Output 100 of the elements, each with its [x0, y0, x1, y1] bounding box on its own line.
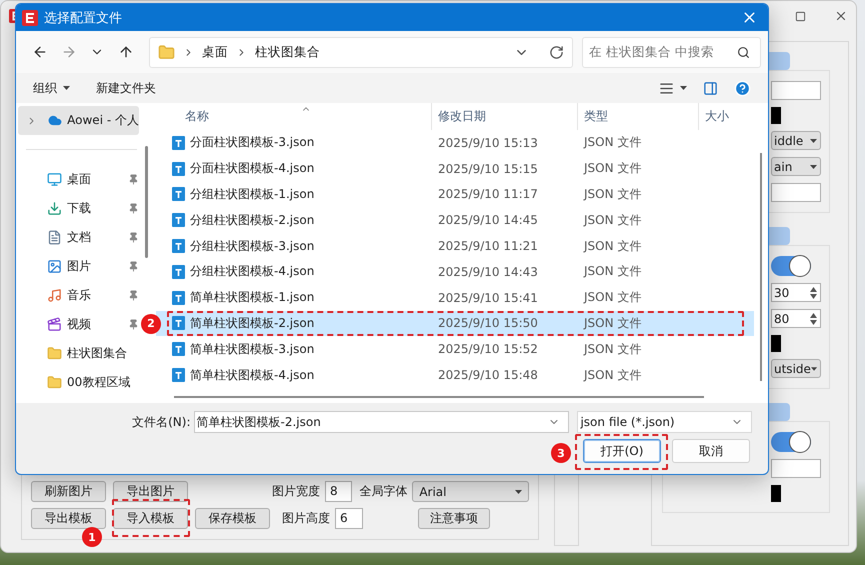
breadcrumb[interactable]: 柱状图集合	[255, 44, 320, 60]
number-spinner[interactable]: 80	[771, 309, 821, 328]
file-type: JSON 文件	[582, 289, 642, 306]
column-header[interactable]: 类型	[578, 103, 699, 130]
font-dropdown[interactable]: Arial	[412, 481, 529, 502]
sidebar-item[interactable]: 视频	[18, 310, 139, 339]
height-field[interactable]: 6	[335, 508, 363, 529]
caret-icon	[810, 366, 817, 370]
width-label: 图片宽度	[272, 483, 320, 500]
file-type: JSON 文件	[582, 314, 642, 332]
app-button[interactable]: 导入模板	[113, 508, 188, 529]
app-button[interactable]: 导出图片	[113, 481, 188, 502]
refresh-icon[interactable]	[548, 44, 564, 60]
monitor-icon	[47, 172, 62, 187]
text-file-icon	[172, 342, 185, 356]
dropdown[interactable]: iddle	[771, 131, 821, 150]
font-label: 全局字体	[359, 483, 408, 500]
file-row[interactable]: 分组柱状图模板-2.json 2025/9/10 14:45 JSON 文件	[156, 207, 754, 234]
folder-icon	[47, 346, 62, 361]
file-row[interactable]: 分面柱状图模板-4.json 2025/9/10 15:15 JSON 文件	[156, 156, 754, 182]
search-field[interactable]: 在 柱状图集合 中搜索	[582, 36, 761, 68]
toggle-switch[interactable]	[771, 256, 811, 276]
caret-icon	[810, 164, 817, 168]
preview-pane-icon[interactable]	[703, 80, 718, 96]
file-row[interactable]: 分组柱状图模板-1.json 2025/9/10 11:17 JSON 文件	[156, 182, 754, 208]
scrollbar[interactable]	[145, 146, 148, 258]
file-name: 简单柱状图模板-1.json	[190, 289, 314, 306]
cancel-button[interactable]: 取消	[672, 439, 750, 463]
sidebar-item[interactable]: 文档	[18, 223, 139, 252]
app-logo-icon	[22, 10, 38, 26]
file-type: JSON 文件	[582, 263, 642, 280]
view-list-icon[interactable]	[659, 80, 674, 96]
color-swatch[interactable]	[771, 107, 781, 124]
folder-icon	[158, 44, 175, 60]
file-row[interactable]: 简单柱状图模板-4.json 2025/9/10 15:48 JSON 文件	[156, 362, 754, 388]
forward-icon[interactable]	[60, 44, 77, 60]
new-folder-button[interactable]: 新建文件夹	[96, 80, 156, 96]
text-file-icon	[172, 368, 185, 382]
color-swatch[interactable]	[771, 485, 781, 502]
notes-button[interactable]: 注意事项	[418, 508, 490, 529]
help-icon[interactable]	[734, 80, 751, 96]
up-icon[interactable]	[118, 44, 134, 60]
text-file-icon	[172, 290, 185, 305]
width-field[interactable]: 8	[325, 481, 352, 502]
file-name: 分组柱状图模板-2.json	[190, 212, 314, 229]
open-button[interactable]: 打开(O)	[583, 439, 661, 463]
file-row[interactable]: 分组柱状图模板-4.json 2025/9/10 14:43 JSON 文件	[156, 258, 754, 285]
dropdown[interactable]: ain	[771, 157, 821, 176]
file-name: 简单柱状图模板-4.json	[190, 366, 314, 384]
picture-icon	[47, 259, 62, 274]
modified-date: 2025/9/10 11:21	[437, 239, 539, 254]
sidebar-item[interactable]: 音乐	[18, 281, 139, 310]
app-button[interactable]: 刷新图片	[31, 481, 106, 502]
text-field[interactable]	[771, 459, 821, 478]
file-type: JSON 文件	[582, 134, 642, 152]
color-swatch[interactable]	[771, 335, 781, 352]
sidebar-item[interactable]: 下载	[18, 194, 139, 223]
sidebar-item[interactable]: 图片	[18, 252, 139, 281]
file-name-field[interactable]: 简单柱状图模板-2.json	[194, 411, 570, 433]
file-name: 分面柱状图模板-3.json	[190, 134, 314, 152]
column-header[interactable]: 大小	[699, 103, 754, 130]
scrollbar[interactable]	[174, 396, 704, 398]
breadcrumb[interactable]: 桌面	[202, 44, 228, 60]
number-spinner[interactable]: 30	[771, 283, 821, 302]
text-field[interactable]	[771, 81, 821, 100]
maximize-icon[interactable]	[795, 10, 806, 22]
sidebar-item[interactable]: Aowei - 个人	[18, 106, 139, 135]
dropdown[interactable]: utside	[771, 359, 821, 378]
modified-date: 2025/9/10 14:45	[437, 213, 539, 228]
file-row[interactable]: 分面柱状图模板-3.json 2025/9/10 15:13 JSON 文件	[156, 130, 754, 156]
folder-icon	[47, 375, 62, 390]
organize-menu[interactable]: 组织	[33, 80, 70, 96]
column-header[interactable]: 修改日期	[432, 103, 578, 130]
toggle-switch[interactable]	[771, 432, 811, 452]
file-name: 分面柱状图模板-4.json	[190, 160, 314, 178]
file-row[interactable]: 简单柱状图模板-1.json 2025/9/10 15:41 JSON 文件	[156, 284, 754, 311]
file-type-dropdown[interactable]: json file (*.json)	[577, 411, 752, 433]
file-row[interactable]: 分组柱状图模板-3.json 2025/9/10 11:21 JSON 文件	[156, 233, 754, 259]
sidebar-item[interactable]: 柱状图集合	[18, 339, 139, 368]
sidebar-item[interactable]: 桌面	[18, 165, 139, 194]
text-field[interactable]	[771, 183, 821, 202]
spin-arrows-icon	[810, 312, 817, 324]
app-button[interactable]: 保存模板	[195, 508, 270, 529]
app-button[interactable]: 导出模板	[31, 508, 106, 529]
column-header[interactable]: 名称	[156, 103, 432, 130]
modified-date: 2025/9/10 14:43	[437, 264, 539, 279]
step-number: 1	[82, 527, 102, 547]
file-name: 分组柱状图模板-3.json	[190, 238, 314, 255]
scrollbar[interactable]	[760, 153, 762, 381]
file-name: 分组柱状图模板-4.json	[190, 263, 314, 280]
file-row[interactable]: 简单柱状图模板-2.json 2025/9/10 15:50 JSON 文件	[156, 310, 754, 336]
file-row[interactable]: 简单柱状图模板-3.json 2025/9/10 15:52 JSON 文件	[156, 336, 754, 362]
address-bar[interactable]: 桌面 柱状图集合	[149, 36, 573, 68]
caret-icon	[514, 490, 522, 494]
text-file-icon	[172, 264, 185, 279]
caret-icon	[810, 138, 817, 142]
file-name: 简单柱状图模板-3.json	[190, 340, 314, 358]
sidebar-item[interactable]: 00教程区域	[18, 368, 139, 397]
close-icon[interactable]	[834, 9, 848, 23]
search-icon	[737, 46, 750, 58]
